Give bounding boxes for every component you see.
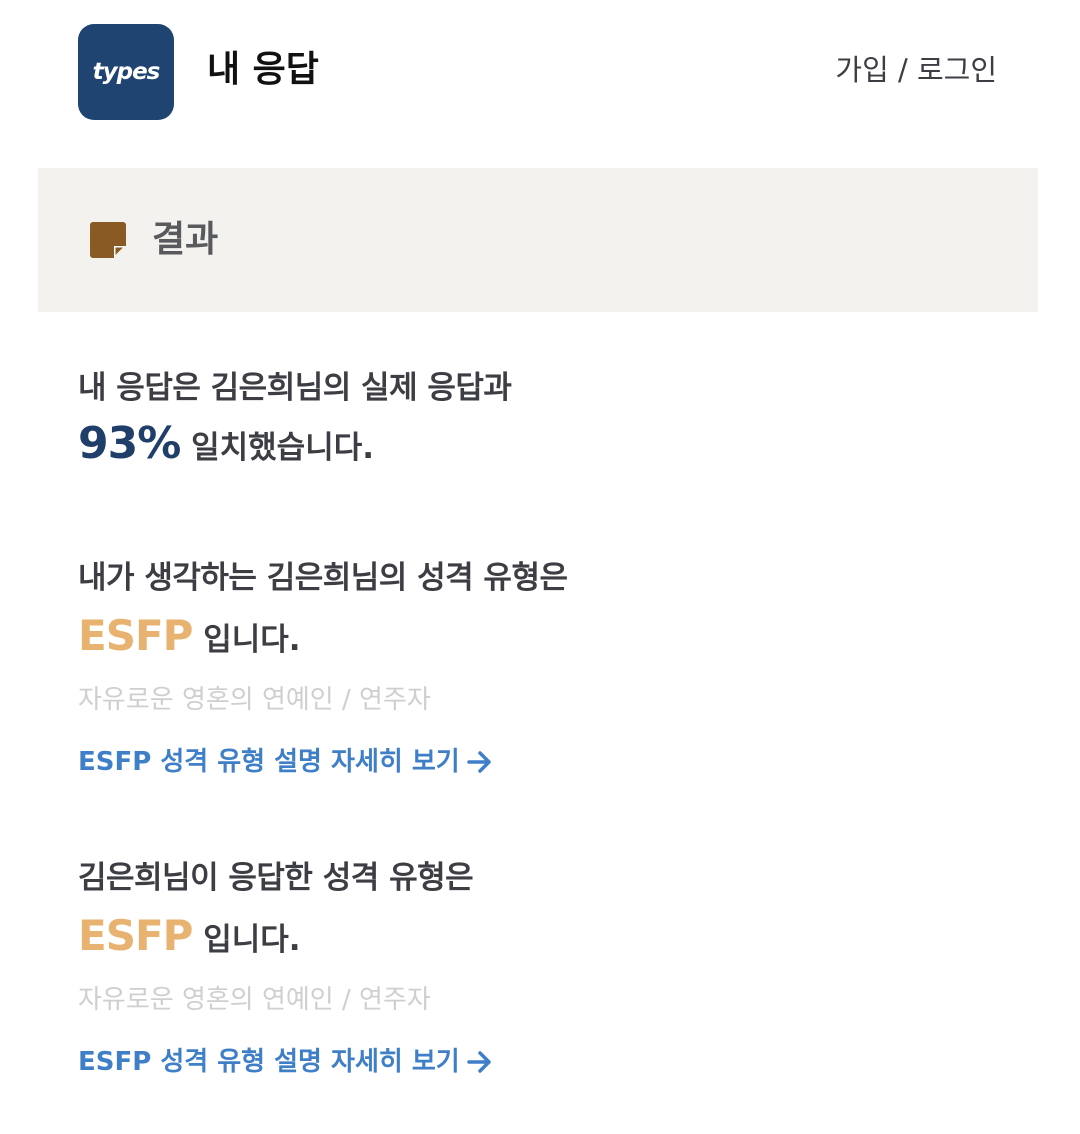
my-guess-nickname: 자유로운 영혼의 연예인 / 연주자	[78, 685, 431, 715]
memo-icon	[90, 222, 126, 258]
actual-type-line: ESFP 입니다.	[78, 906, 494, 970]
app-header: types 내 응답 가입 / 로그인	[0, 0, 1080, 140]
match-summary: 내 응답은 김은희님의 실제 응답과 93% 일치했습니다.	[78, 366, 512, 478]
match-result-line: 93% 일치했습니다.	[78, 414, 511, 478]
my-guess-type-line: ESFP 입니다.	[78, 606, 568, 670]
my-guess-type: ESFP	[78, 611, 193, 660]
match-heading: 내 응답은 김은희님의 실제 응답과	[78, 370, 512, 406]
logo-text: types	[92, 59, 161, 85]
my-guess-block: 내가 생각하는 김은희님의 성격 유형은 ESFP 입니다. 자유로운 영혼의 …	[78, 556, 568, 782]
actual-detail-link[interactable]: ESFP 성격 유형 설명 자세히 보기	[78, 1042, 494, 1082]
signup-login-link[interactable]: 가입 / 로그인	[835, 50, 997, 90]
actual-nickname: 자유로운 영혼의 연예인 / 연주자	[78, 985, 431, 1015]
actual-detail-label: ESFP 성격 유형 설명 자세히 보기	[78, 1047, 460, 1077]
types-logo[interactable]: types	[78, 24, 174, 120]
page-title: 내 응답	[207, 49, 319, 90]
arrow-right-icon	[466, 1051, 491, 1073]
actual-type: ESFP	[78, 911, 193, 960]
arrow-right-icon	[466, 751, 491, 773]
section-title: 결과	[152, 219, 219, 260]
my-guess-detail-link[interactable]: ESFP 성격 유형 설명 자세히 보기	[78, 742, 494, 782]
actual-heading: 김은희님이 응답한 성격 유형은	[78, 860, 474, 896]
match-suffix: 일치했습니다.	[191, 430, 375, 466]
my-guess-heading: 내가 생각하는 김은희님의 성격 유형은	[78, 560, 568, 596]
actual-type-suffix: 입니다.	[203, 922, 301, 958]
match-percent: 93%	[78, 418, 181, 469]
result-section-header: 결과	[38, 168, 1038, 312]
my-guess-detail-label: ESFP 성격 유형 설명 자세히 보기	[78, 747, 460, 777]
my-guess-type-suffix: 입니다.	[203, 622, 301, 658]
actual-type-block: 김은희님이 응답한 성격 유형은 ESFP 입니다. 자유로운 영혼의 연예인 …	[78, 856, 494, 1082]
